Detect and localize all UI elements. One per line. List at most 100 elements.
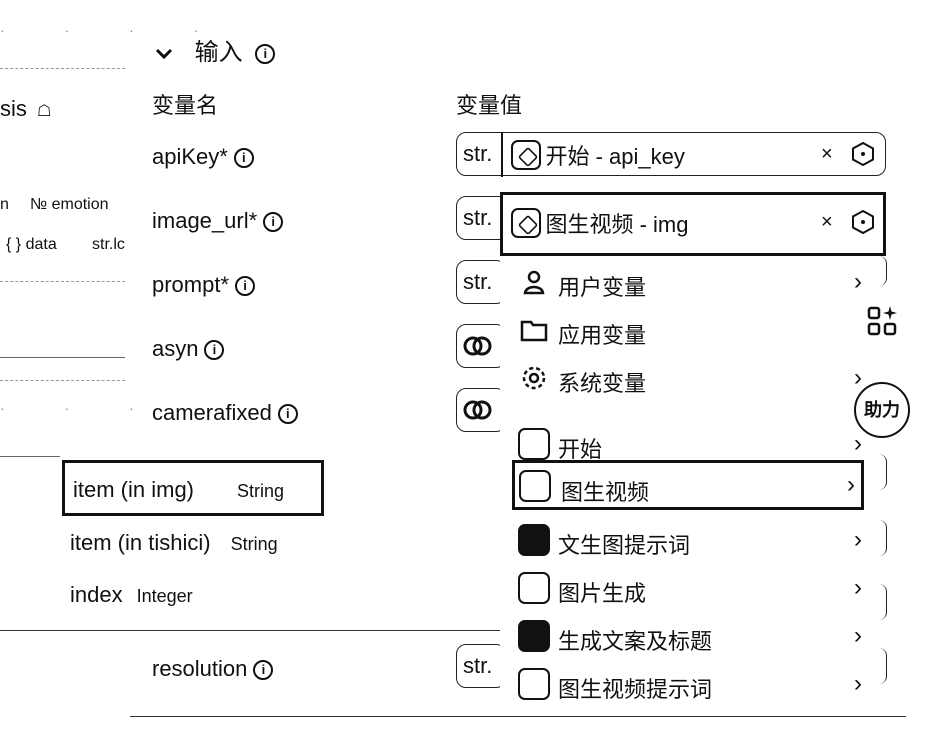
var-name-text: apiKey* <box>152 144 228 169</box>
folder-icon <box>520 320 548 342</box>
node-title-text: sis <box>0 96 27 121</box>
value-field-camerafixed[interactable] <box>456 388 506 432</box>
variable-picker-icon[interactable] <box>851 210 875 234</box>
variable-picker-menu: 用户变量 › 应用变量 系统变量 › 开始 › 图生视频 › 文生图提示词 › … <box>500 256 870 716</box>
suggestion-name: index <box>70 582 123 607</box>
menu-item-image-to-video-selected[interactable]: 图生视频 › <box>512 460 864 510</box>
chevron-right-icon: › <box>847 471 855 498</box>
divider <box>130 716 906 717</box>
type-label: str. <box>463 269 493 294</box>
value-field-prompt[interactable]: str. <box>456 260 506 304</box>
selected-reference-field[interactable]: 图生视频 - img × <box>500 192 886 256</box>
suggestion-type: String <box>230 534 278 554</box>
field-edge <box>878 256 887 286</box>
assistant-badge-label: 助力 <box>864 400 900 420</box>
divider <box>501 133 503 177</box>
llm-node-icon <box>518 524 550 556</box>
field-edge <box>878 584 887 620</box>
chevron-right-icon: › <box>854 364 862 391</box>
menu-item-label: 图生视频 <box>561 480 650 505</box>
section-title: 输入 <box>194 39 243 66</box>
column-header-value: 变量值 <box>456 93 523 118</box>
image-gen-node-icon <box>518 572 550 604</box>
tag-data: { } data <box>6 236 57 253</box>
reference-chip[interactable]: 开始 - api_key <box>511 139 685 171</box>
field-edge <box>878 520 887 556</box>
var-name-text: asyn <box>152 336 199 361</box>
user-icon <box>523 270 545 295</box>
var-name-apikey: apiKey* i <box>152 144 254 170</box>
chevron-right-icon: › <box>854 526 862 553</box>
info-icon[interactable]: i <box>253 660 274 681</box>
info-icon[interactable]: i <box>233 148 254 169</box>
var-name-asyn: asyn i <box>152 336 225 362</box>
suggestion-type: String <box>237 481 285 501</box>
info-icon[interactable]: i <box>263 212 284 233</box>
add-apps-icon[interactable] <box>866 304 898 338</box>
menu-item-user-variables[interactable]: 用户变量 › <box>518 262 868 302</box>
var-name-text: camerafixed <box>152 400 272 425</box>
type-label: str. <box>463 141 493 166</box>
suggestion-item[interactable]: item (in tishici) String <box>70 530 278 556</box>
var-name-text: image_url* <box>152 208 258 233</box>
menu-item-system-variables[interactable]: 系统变量 › <box>518 358 868 398</box>
divider <box>0 380 125 382</box>
suggestion-item-selected[interactable]: item (in img) String <box>62 460 324 516</box>
menu-item-llm-prompt[interactable]: 文生图提示词 › <box>518 520 868 560</box>
var-name-text: resolution <box>152 656 248 681</box>
start-node-icon <box>518 428 550 460</box>
value-field-resolution[interactable]: str. <box>456 644 506 688</box>
field-edge <box>878 648 887 684</box>
menu-item-label: 用户变量 <box>558 275 647 300</box>
info-icon[interactable]: i <box>235 276 256 297</box>
chevron-right-icon: › <box>854 670 862 697</box>
column-header-name: 变量名 <box>152 93 219 118</box>
tag-n: n <box>0 196 9 213</box>
clear-icon[interactable]: × <box>821 143 833 166</box>
gear-icon <box>522 366 546 390</box>
divider <box>0 281 125 283</box>
variable-picker-icon[interactable] <box>851 142 875 166</box>
llm-node-icon <box>518 620 550 652</box>
reference-chip[interactable]: 图生视频 - img <box>511 207 688 239</box>
tag-str: str.lc <box>92 236 125 253</box>
boolean-icon <box>463 336 492 356</box>
menu-item-label: 生成文案及标题 <box>558 629 713 654</box>
divider <box>0 68 125 70</box>
clear-icon[interactable]: × <box>821 211 833 234</box>
section-header[interactable]: 输入 i <box>154 32 276 67</box>
menu-item-start[interactable]: 开始 › <box>518 424 868 464</box>
type-label: str. <box>463 653 493 678</box>
suggestion-type: Integer <box>136 586 193 606</box>
menu-item-app-variables[interactable]: 应用变量 <box>518 310 868 350</box>
menu-item-label: 系统变量 <box>558 371 647 396</box>
suggestion-item[interactable]: index Integer <box>70 582 193 608</box>
var-name-text: prompt* <box>152 272 230 297</box>
value-field-asyn[interactable] <box>456 324 506 368</box>
robot-icon: ☖ <box>37 103 52 120</box>
menu-item-image-gen[interactable]: 图片生成 › <box>518 568 868 608</box>
start-node-icon <box>511 140 541 170</box>
var-name-resolution: resolution i <box>152 656 274 682</box>
type-label: str. <box>463 205 493 230</box>
divider <box>0 630 500 631</box>
field-edge <box>878 454 887 490</box>
assistant-badge[interactable]: 助力 <box>854 382 910 438</box>
menu-item-label: 图片生成 <box>558 581 647 606</box>
chevron-down-icon <box>155 48 173 59</box>
info-icon[interactable]: i <box>204 340 225 361</box>
var-name-prompt: prompt* i <box>152 272 256 298</box>
image-to-video-node-icon <box>511 208 541 238</box>
reference-value: 图生视频 - img <box>545 212 689 237</box>
info-icon[interactable]: i <box>255 43 276 64</box>
suggestion-name: item (in img) <box>73 477 195 502</box>
menu-item-image-to-video-prompt[interactable]: 图生视频提示词 › <box>518 664 868 704</box>
menu-item-copy-title[interactable]: 生成文案及标题 › <box>518 616 868 656</box>
chevron-right-icon: › <box>854 430 862 457</box>
menu-item-label: 应用变量 <box>558 323 647 348</box>
value-field-apikey[interactable]: str. 开始 - api_key × <box>456 132 886 177</box>
menu-item-label: 图生视频提示词 <box>558 677 713 702</box>
info-icon[interactable]: i <box>277 404 298 425</box>
image-to-video-node-icon <box>518 668 550 700</box>
image-to-video-node-icon <box>519 470 551 502</box>
